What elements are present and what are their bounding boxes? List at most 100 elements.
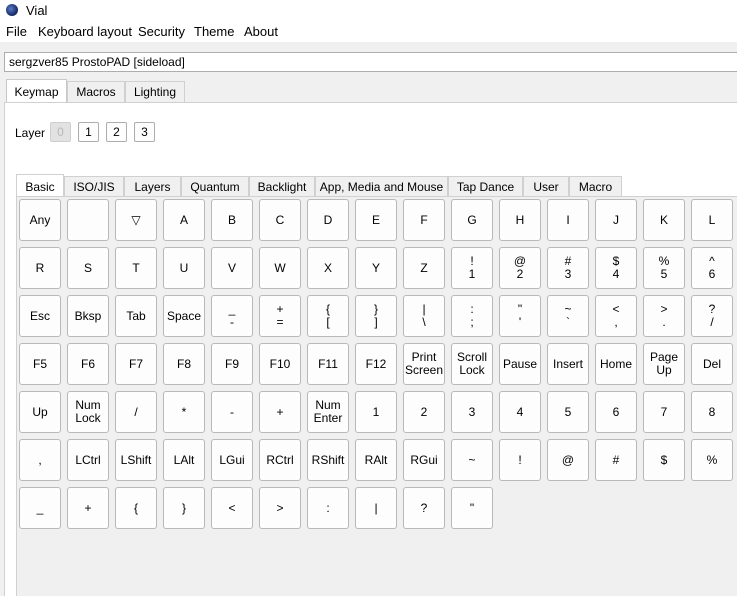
keycode-button[interactable]: : ;: [451, 295, 493, 337]
keycode-button-3[interactable]: 3: [451, 391, 493, 433]
keycode-button[interactable]: > .: [643, 295, 685, 337]
keycode-button-home[interactable]: Home: [595, 343, 637, 385]
keycode-button-2[interactable]: @ 2: [499, 247, 541, 289]
keycode-button-num-enter[interactable]: Num Enter: [307, 391, 349, 433]
keycode-button-w[interactable]: W: [259, 247, 301, 289]
keycode-button[interactable]: } ]: [355, 295, 397, 337]
tab-keymap[interactable]: Keymap: [6, 79, 67, 103]
keycode-button-8[interactable]: 8: [691, 391, 733, 433]
keycode-button[interactable]: ~: [451, 439, 493, 481]
keycode-button-r[interactable]: R: [19, 247, 61, 289]
keycode-button-f11[interactable]: F11: [307, 343, 349, 385]
keycode-button-rshift[interactable]: RShift: [307, 439, 349, 481]
keycode-button[interactable]: |: [355, 487, 397, 529]
keycode-button[interactable]: ": [451, 487, 493, 529]
tab-user[interactable]: User: [523, 176, 569, 196]
keycode-button-scroll-lock[interactable]: Scroll Lock: [451, 343, 493, 385]
keycode-button[interactable]: [67, 199, 109, 241]
keycode-button-k[interactable]: K: [643, 199, 685, 241]
keycode-button-1[interactable]: 1: [355, 391, 397, 433]
keycode-button[interactable]: -: [211, 391, 253, 433]
keycode-button-t[interactable]: T: [115, 247, 157, 289]
keycode-button-g[interactable]: G: [451, 199, 493, 241]
tab-macros[interactable]: Macros: [67, 81, 125, 102]
layer-button-0[interactable]: 0: [50, 122, 71, 142]
keycode-button-h[interactable]: H: [499, 199, 541, 241]
keycode-button-num-lock[interactable]: Num Lock: [67, 391, 109, 433]
keycode-button[interactable]: ? /: [691, 295, 733, 337]
keycode-button[interactable]: !: [499, 439, 541, 481]
keycode-button[interactable]: +: [259, 391, 301, 433]
keycode-button-rctrl[interactable]: RCtrl: [259, 439, 301, 481]
keycode-button-up[interactable]: Up: [19, 391, 61, 433]
keycode-button[interactable]: }: [163, 487, 205, 529]
keycode-button-a[interactable]: A: [163, 199, 205, 241]
keycode-button[interactable]: $: [643, 439, 685, 481]
keycode-button-bksp[interactable]: Bksp: [67, 295, 109, 337]
keycode-button-6[interactable]: 6: [595, 391, 637, 433]
keycode-button[interactable]: ,: [19, 439, 61, 481]
layer-button-2[interactable]: 2: [106, 122, 127, 142]
tab-tap-dance[interactable]: Tap Dance: [448, 176, 523, 196]
menu-security[interactable]: Security: [138, 24, 185, 39]
keycode-button-x[interactable]: X: [307, 247, 349, 289]
menu-file[interactable]: File: [6, 24, 27, 39]
tab-macro[interactable]: Macro: [569, 176, 622, 196]
keycode-button-ralt[interactable]: RAlt: [355, 439, 397, 481]
keycode-button[interactable]: *: [163, 391, 205, 433]
keycode-button-y[interactable]: Y: [355, 247, 397, 289]
keycode-button[interactable]: <: [211, 487, 253, 529]
keycode-button-f8[interactable]: F8: [163, 343, 205, 385]
keycode-button-lalt[interactable]: LAlt: [163, 439, 205, 481]
keycode-button-lctrl[interactable]: LCtrl: [67, 439, 109, 481]
keycode-button[interactable]: _: [19, 487, 61, 529]
keycode-button-f9[interactable]: F9: [211, 343, 253, 385]
keycode-button-i[interactable]: I: [547, 199, 589, 241]
tab-app-media-mouse[interactable]: App, Media and Mouse: [315, 176, 448, 196]
keycode-button-z[interactable]: Z: [403, 247, 445, 289]
keycode-button-f7[interactable]: F7: [115, 343, 157, 385]
keycode-button[interactable]: | \: [403, 295, 445, 337]
menu-about[interactable]: About: [244, 24, 278, 39]
keycode-button[interactable]: _ -: [211, 295, 253, 337]
keycode-button-lgui[interactable]: LGui: [211, 439, 253, 481]
keycode-button-f10[interactable]: F10: [259, 343, 301, 385]
keycode-button-v[interactable]: V: [211, 247, 253, 289]
keycode-button-f[interactable]: F: [403, 199, 445, 241]
keycode-button-7[interactable]: 7: [643, 391, 685, 433]
keycode-button-e[interactable]: E: [355, 199, 397, 241]
keycode-button[interactable]: { [: [307, 295, 349, 337]
keycode-button-5[interactable]: % 5: [643, 247, 685, 289]
menu-keyboard-layout[interactable]: Keyboard layout: [38, 24, 132, 39]
keycode-button[interactable]: ▽: [115, 199, 157, 241]
keycode-button-f6[interactable]: F6: [67, 343, 109, 385]
keycode-button-3[interactable]: # 3: [547, 247, 589, 289]
keycode-button-u[interactable]: U: [163, 247, 205, 289]
keycode-button-f5[interactable]: F5: [19, 343, 61, 385]
keycode-button-del[interactable]: Del: [691, 343, 733, 385]
keycode-button[interactable]: /: [115, 391, 157, 433]
keycode-button-d[interactable]: D: [307, 199, 349, 241]
keycode-button-j[interactable]: J: [595, 199, 637, 241]
keycode-button[interactable]: @: [547, 439, 589, 481]
keycode-button[interactable]: >: [259, 487, 301, 529]
tab-basic[interactable]: Basic: [16, 174, 64, 197]
keycode-button-2[interactable]: 2: [403, 391, 445, 433]
keycode-button-print-screen[interactable]: Print Screen: [403, 343, 445, 385]
keycode-button[interactable]: #: [595, 439, 637, 481]
keycode-button-b[interactable]: B: [211, 199, 253, 241]
keycode-button-s[interactable]: S: [67, 247, 109, 289]
keycode-button[interactable]: + =: [259, 295, 301, 337]
keycode-button-pause[interactable]: Pause: [499, 343, 541, 385]
keycode-button-5[interactable]: 5: [547, 391, 589, 433]
keycode-button-insert[interactable]: Insert: [547, 343, 589, 385]
keycode-button-space[interactable]: Space: [163, 295, 205, 337]
keycode-button-1[interactable]: ! 1: [451, 247, 493, 289]
keycode-button[interactable]: < ,: [595, 295, 637, 337]
keycode-button[interactable]: ~ `: [547, 295, 589, 337]
keycode-button-any[interactable]: Any: [19, 199, 61, 241]
keycode-button[interactable]: ?: [403, 487, 445, 529]
menu-theme[interactable]: Theme: [194, 24, 234, 39]
layer-button-1[interactable]: 1: [78, 122, 99, 142]
tab-backlight[interactable]: Backlight: [249, 176, 315, 196]
